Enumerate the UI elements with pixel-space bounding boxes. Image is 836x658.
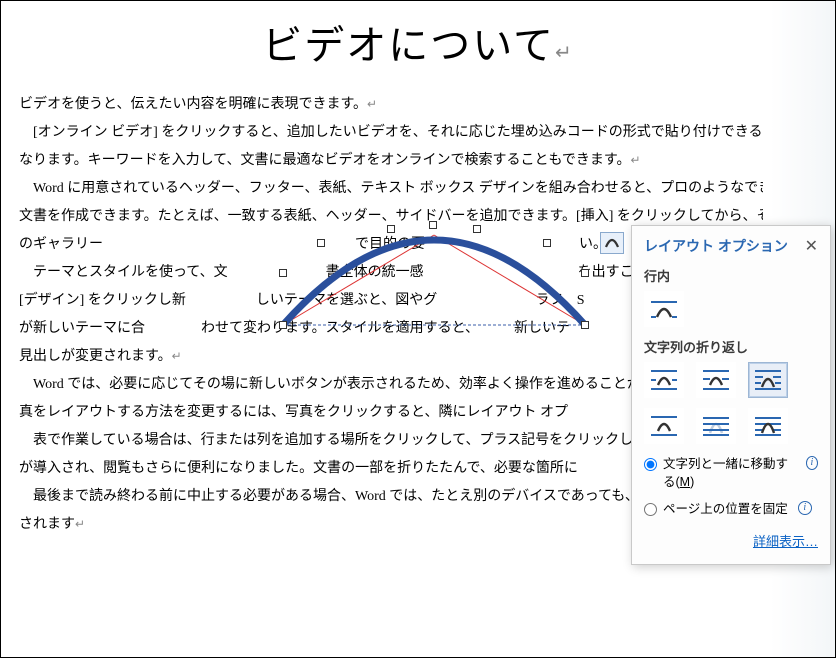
popup-header: レイアウト オプション ✕ — [644, 236, 818, 256]
detail-link[interactable]: 詳細表示… — [753, 534, 818, 549]
position-radio-group: 文字列と一緒に移動する(M) i ページ上の位置を固定 i — [644, 456, 818, 519]
info-icon[interactable]: i — [798, 501, 812, 515]
info-icon[interactable]: i — [806, 456, 818, 470]
radio-fix-input[interactable] — [644, 503, 657, 516]
paragraph-2: [オンライン ビデオ] をクリックすると、追加したいビデオを、それに応じた埋め込… — [19, 119, 817, 175]
wrap-tight-option[interactable] — [696, 362, 736, 398]
paragraph-1: ビデオを使うと、伝えたい内容を明確に表現できます。 — [19, 91, 817, 119]
wrap-inline-option[interactable] — [644, 291, 684, 327]
doc-title: ビデオについて↵ — [1, 1, 835, 91]
layout-options-button[interactable] — [600, 232, 624, 254]
radio-move-input[interactable] — [644, 458, 657, 471]
radio-move-with-text[interactable]: 文字列と一緒に移動する(M) i — [644, 456, 818, 491]
section-wrap-label: 文字列の折り返し — [644, 337, 818, 356]
radio-fix-label: ページ上の位置を固定 — [663, 501, 788, 519]
radio-move-label: 文字列と一緒に移動する(M) — [663, 456, 796, 491]
wrap-front-option[interactable] — [748, 408, 788, 444]
wrap-through-option[interactable] — [748, 362, 788, 398]
wrap-topbottom-option[interactable] — [644, 408, 684, 444]
layout-options-popup: レイアウト オプション ✕ 行内 文字列の折り返し — [631, 225, 831, 565]
section-inline-label: 行内 — [644, 266, 818, 285]
radio-fix-position[interactable]: ページ上の位置を固定 i — [644, 501, 818, 519]
wrap-square-option[interactable] — [644, 362, 684, 398]
close-icon[interactable]: ✕ — [805, 236, 818, 256]
popup-title: レイアウト オプション — [644, 236, 788, 256]
layout-icon — [604, 237, 620, 249]
wrap-behind-option[interactable] — [696, 408, 736, 444]
